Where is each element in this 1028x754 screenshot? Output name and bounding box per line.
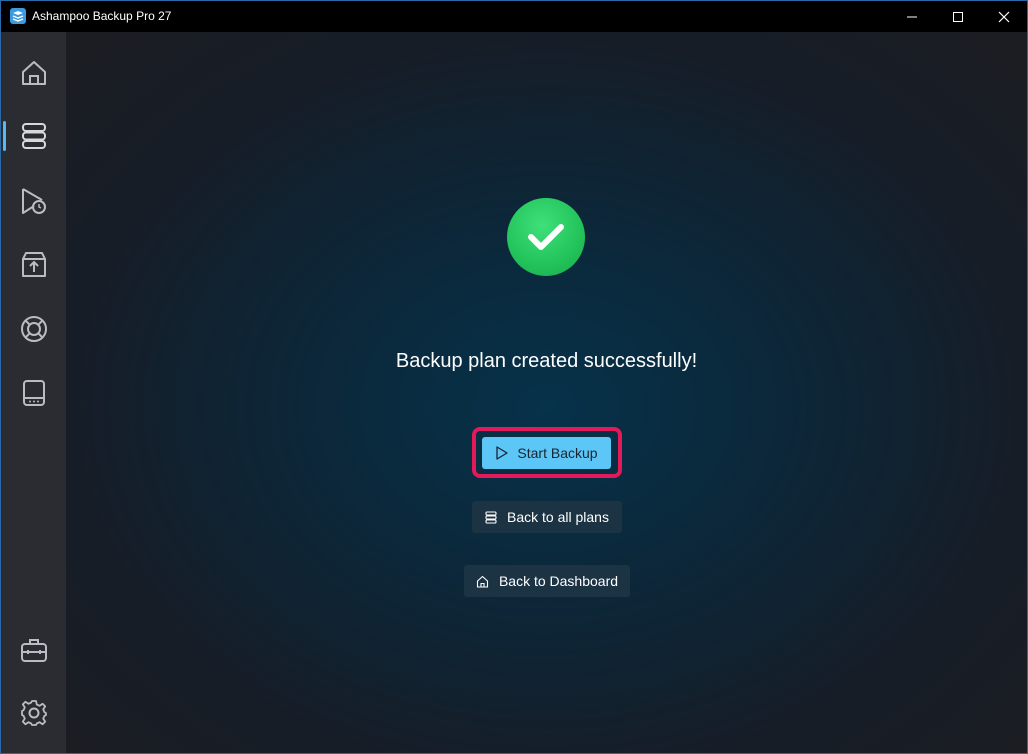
sidebar-item-rescue[interactable] <box>1 303 66 355</box>
back-to-dashboard-button[interactable]: Back to Dashboard <box>464 565 630 597</box>
app-window: Ashampoo Backup Pro 27 Backup plan creat… <box>0 0 1028 754</box>
back-to-dashboard-label: Back to Dashboard <box>498 573 619 589</box>
sidebar-item-settings[interactable] <box>1 687 66 739</box>
back-to-plans-button[interactable]: Back to all plans <box>472 501 622 533</box>
success-message: Backup plan created successfully! <box>395 350 698 372</box>
home-icon <box>21 61 46 85</box>
rescue-icon <box>20 316 47 342</box>
sidebar-item-home[interactable] <box>1 47 66 99</box>
home-icon <box>476 575 489 588</box>
ashampoo-backup-icon <box>10 8 26 24</box>
sidebar-item-backup-plans[interactable] <box>1 110 66 162</box>
maximize-button[interactable] <box>935 1 981 32</box>
backup-plans-icon <box>485 510 497 524</box>
back-to-plans-label: Back to all plans <box>507 509 609 525</box>
toolbox-icon <box>20 639 47 662</box>
sidebar <box>1 32 66 753</box>
scheduled-backups-icon <box>21 188 46 214</box>
success-checkmark-icon <box>507 198 585 276</box>
start-backup-label: Start Backup <box>517 445 598 461</box>
minimize-icon <box>907 16 917 17</box>
sidebar-item-tools[interactable] <box>1 624 66 676</box>
sidebar-item-drives[interactable] <box>1 367 66 419</box>
start-backup-button[interactable]: Start Backup <box>482 437 611 469</box>
title-bar[interactable]: Ashampoo Backup Pro 27 <box>1 1 1027 32</box>
close-button[interactable] <box>981 1 1027 32</box>
play-icon <box>496 446 509 460</box>
backup-plans-icon <box>21 123 46 149</box>
sidebar-item-scheduled[interactable] <box>1 175 66 227</box>
drive-icon <box>22 380 45 406</box>
gear-icon <box>20 700 47 726</box>
restore-icon <box>21 252 46 277</box>
minimize-button[interactable] <box>889 1 935 32</box>
window-title: Ashampoo Backup Pro 27 <box>32 9 172 23</box>
maximize-icon <box>953 11 963 22</box>
main-content: Backup plan created successfully! Start … <box>66 32 1027 753</box>
close-icon <box>998 11 1010 22</box>
sidebar-item-restore[interactable] <box>1 239 66 291</box>
